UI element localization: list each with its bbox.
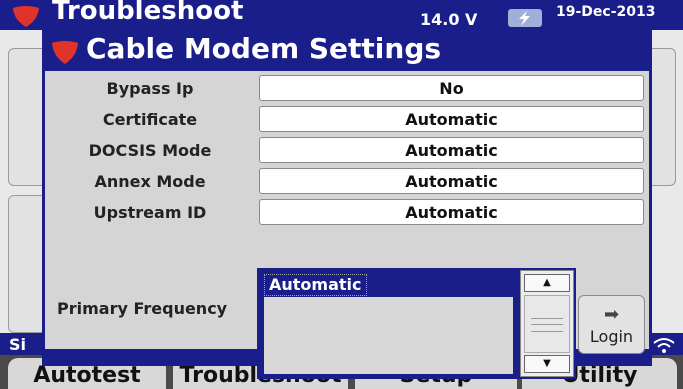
- wifi-icon: [653, 338, 675, 353]
- bypass-ip-field[interactable]: No: [259, 75, 644, 101]
- status-text: Si: [9, 335, 27, 354]
- annex-mode-field[interactable]: Automatic: [259, 168, 644, 194]
- arrow-right-icon: ➡: [603, 304, 620, 325]
- triangle-down-icon[interactable]: ▼: [524, 355, 570, 373]
- list-items-area[interactable]: [264, 297, 513, 374]
- docsis-mode-label: DOCSIS Mode: [88, 141, 212, 160]
- battery-voltage: 14.0 V: [420, 10, 478, 29]
- app-screen: Troubleshoot 14.0 V 19-Dec-2013 Si Autot…: [0, 0, 683, 389]
- docsis-mode-field[interactable]: Automatic: [259, 137, 644, 163]
- primary-frequency-label: Primary Frequency: [57, 299, 228, 318]
- login-button[interactable]: ➡ Login: [578, 295, 645, 354]
- primary-frequency-list[interactable]: Automatic ▲ ▼: [257, 268, 576, 379]
- upstream-id-field[interactable]: Automatic: [259, 199, 644, 225]
- grip-lines-icon: [531, 318, 563, 332]
- shield-logo-icon: [52, 41, 78, 64]
- certificate-label: Certificate: [102, 110, 198, 129]
- list-scrollbar[interactable]: ▲ ▼: [520, 270, 574, 377]
- battery-charging-icon: [508, 9, 542, 27]
- dialog-body: Bypass Ip No Certificate Automatic DOCSI…: [45, 71, 649, 379]
- cable-modem-settings-dialog: Cable Modem Settings Bypass Ip No Certif…: [42, 29, 652, 379]
- triangle-up-icon[interactable]: ▲: [524, 274, 570, 292]
- date-display: 19-Dec-2013: [556, 4, 656, 20]
- login-button-label: Login: [589, 327, 634, 346]
- dialog-title: Cable Modem Settings: [86, 32, 442, 65]
- app-title: Troubleshoot: [52, 0, 244, 26]
- shield-logo-icon: [13, 6, 39, 27]
- list-item-selected[interactable]: Automatic: [264, 274, 367, 296]
- scroll-thumb[interactable]: [524, 295, 570, 353]
- certificate-field[interactable]: Automatic: [259, 106, 644, 132]
- upstream-id-label: Upstream ID: [93, 203, 207, 222]
- annex-mode-label: Annex Mode: [94, 172, 206, 191]
- bypass-ip-label: Bypass Ip: [106, 79, 194, 98]
- app-header: Troubleshoot 14.0 V 19-Dec-2013: [0, 0, 683, 30]
